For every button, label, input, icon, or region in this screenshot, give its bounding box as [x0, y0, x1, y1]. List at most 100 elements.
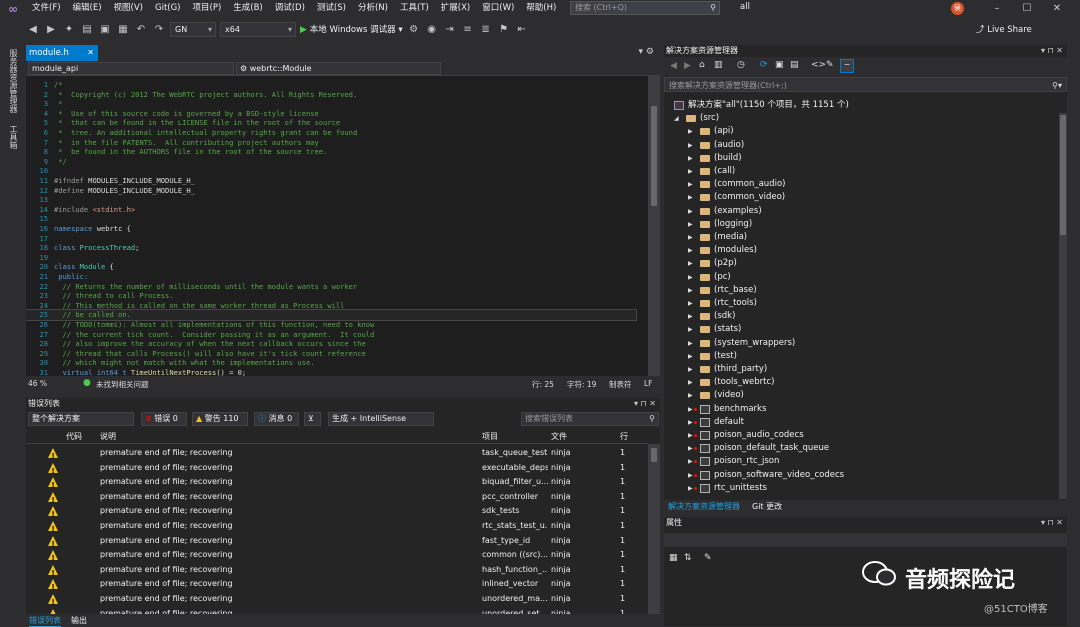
expand-arrow-icon[interactable]: ◢: [674, 112, 679, 125]
comment-icon[interactable]: ≡: [461, 24, 475, 35]
tab-options-icon[interactable]: ▾ ⚙: [639, 47, 654, 57]
run-debugger-button[interactable]: ▶ 本地 Windows 调试器 ▾: [300, 23, 403, 35]
server-explorer-tab[interactable]: 服务器资源管理器: [8, 49, 19, 113]
switch-views-icon[interactable]: ▥: [714, 60, 723, 70]
col-code[interactable]: 代码: [66, 430, 82, 444]
col-description[interactable]: 说明: [100, 430, 116, 444]
tree-item[interactable]: ▶ (modules): [664, 244, 1059, 257]
uncomment-icon[interactable]: ≣: [479, 24, 493, 35]
redo-icon[interactable]: ↷: [152, 24, 166, 35]
code-line[interactable]: 21 public:: [26, 272, 636, 282]
menu-item[interactable]: 编辑(E): [67, 0, 108, 17]
code-line[interactable]: 31 virtual int64_t TimeUntilNextProcess(…: [26, 368, 636, 376]
tree-item[interactable]: ▶ (media): [664, 231, 1059, 244]
tree-item[interactable]: ◢ (src): [664, 112, 1059, 125]
code-line[interactable]: 14 #include <stdint.h>: [26, 205, 636, 215]
code-line[interactable]: 17: [26, 234, 636, 244]
platform-select[interactable]: x64: [220, 21, 296, 37]
code-line[interactable]: 27 // the current tick count. Consider p…: [26, 330, 636, 340]
expand-arrow-icon[interactable]: ▶: [688, 442, 693, 455]
code-line[interactable]: 29 // thread that calls Process() will a…: [26, 349, 636, 359]
expand-arrow-icon[interactable]: ▶: [688, 337, 693, 350]
messages-filter-button[interactable]: ⓘ 消息 0: [254, 412, 299, 426]
menu-item[interactable]: 调试(D): [269, 0, 311, 17]
avatar[interactable]: 侯: [951, 2, 964, 15]
forward-icon[interactable]: ▶: [44, 24, 58, 35]
code-line[interactable]: 20 class Module {: [26, 262, 636, 272]
code-line[interactable]: 22 // Returns the number of milliseconds…: [26, 282, 636, 292]
menu-item[interactable]: 帮助(H): [520, 0, 562, 17]
tree-item[interactable]: ▶ (audio): [664, 139, 1059, 152]
table-row[interactable]: premature end of file; recovering inlined…: [26, 577, 648, 595]
expand-arrow-icon[interactable]: ▶: [688, 376, 693, 389]
menu-item[interactable]: 窗口(W): [476, 0, 520, 17]
warnings-filter-button[interactable]: ▲ 警告 110: [192, 412, 248, 426]
expand-arrow-icon[interactable]: ▶: [688, 429, 693, 442]
tree-item[interactable]: ▶ (third_party): [664, 363, 1059, 376]
tree-item[interactable]: ▶ (stats): [664, 323, 1059, 336]
forward-icon[interactable]: ▶: [684, 61, 691, 71]
solution-scrollbar[interactable]: [1059, 113, 1067, 499]
panel-pin-icon[interactable]: ▾ ⊓ ✕: [1041, 45, 1063, 57]
close-tab-icon[interactable]: ✕: [87, 45, 94, 61]
table-row[interactable]: premature end of file; recovering fast_ty…: [26, 534, 648, 551]
eol-indicator[interactable]: LF: [644, 379, 653, 388]
code-line[interactable]: 19: [26, 253, 636, 263]
expand-arrow-icon[interactable]: ▶: [688, 310, 693, 323]
search-input[interactable]: 搜索 (Ctrl+Q) ⚲: [570, 1, 720, 15]
tree-item[interactable]: ▶ poison_software_video_codecs: [664, 469, 1059, 482]
tree-item[interactable]: ▶ (video): [664, 389, 1059, 402]
code-line[interactable]: 13: [26, 195, 636, 205]
expand-arrow-icon[interactable]: ▶: [688, 363, 693, 376]
property-pages-icon[interactable]: ✎: [704, 553, 712, 563]
expand-arrow-icon[interactable]: ▶: [688, 323, 693, 336]
errors-filter-button[interactable]: ⊗ 错误 0: [141, 412, 187, 426]
show-all-files-icon[interactable]: ▤: [790, 60, 799, 70]
menu-item[interactable]: 分析(N): [352, 0, 394, 17]
code-line[interactable]: 10: [26, 166, 636, 176]
error-search-input[interactable]: 搜索错误列表 ⚲: [521, 412, 659, 426]
expand-arrow-icon[interactable]: ▶: [688, 482, 693, 495]
tree-item[interactable]: ▶ (system_wrappers): [664, 337, 1059, 350]
code-line[interactable]: 18 class ProcessThread;: [26, 243, 636, 253]
tab-git-changes[interactable]: Git 更改: [752, 501, 782, 512]
expand-arrow-icon[interactable]: ▶: [688, 139, 693, 152]
table-row[interactable]: premature end of file; recovering executa…: [26, 461, 648, 478]
expand-arrow-icon[interactable]: ▶: [688, 244, 693, 257]
build-filter-select[interactable]: 生成 + IntelliSense: [328, 412, 434, 426]
tab-module-h[interactable]: module.h ✕: [26, 45, 98, 61]
member-dropdown[interactable]: ⚙ webrtc::Module: [236, 62, 441, 75]
properties-icon[interactable]: ✎: [826, 60, 834, 70]
code-line[interactable]: 3 *: [26, 99, 636, 109]
code-line[interactable]: 24 // This method is called on the same …: [26, 301, 636, 311]
tree-item[interactable]: ▶ (p2p): [664, 257, 1059, 270]
expand-arrow-icon[interactable]: ▶: [688, 165, 693, 178]
menu-item[interactable]: 项目(P): [187, 0, 228, 17]
new-project-icon[interactable]: ✦: [62, 24, 76, 35]
tree-item[interactable]: ▶ (rtc_base): [664, 284, 1059, 297]
sync-icon[interactable]: ⟳: [760, 60, 768, 70]
code-line[interactable]: 16 namespace webrtc {: [26, 224, 636, 234]
preview-icon[interactable]: −: [840, 59, 854, 73]
col-project[interactable]: 项目: [482, 430, 498, 444]
expand-arrow-icon[interactable]: ▶: [688, 455, 693, 468]
tree-item[interactable]: ▶ (build): [664, 152, 1059, 165]
tab-solution-explorer[interactable]: 解决方案资源管理器: [668, 501, 740, 512]
code-line[interactable]: 2 * Copyright (c) 2012 The WebRTC projec…: [26, 90, 636, 100]
tree-item[interactable]: ▶ poison_rtc_json: [664, 455, 1059, 468]
column-indicator[interactable]: 字符: 19: [567, 379, 596, 390]
tabs-indicator[interactable]: 制表符: [609, 379, 632, 390]
collapse-all-icon[interactable]: ▣: [775, 60, 784, 70]
toolbox-tab[interactable]: 工具箱: [8, 125, 19, 149]
tab-output[interactable]: 输出: [71, 615, 87, 626]
code-line[interactable]: 7 * in the file PATENTS. All contributin…: [26, 138, 636, 148]
code-view-icon[interactable]: <>: [811, 60, 826, 70]
scope-filter-select[interactable]: 整个解决方案: [28, 412, 134, 426]
col-line[interactable]: 行: [620, 430, 628, 444]
expand-arrow-icon[interactable]: ▶: [688, 297, 693, 310]
camera-icon[interactable]: ◉: [425, 24, 439, 35]
save-icon[interactable]: ▣: [98, 24, 112, 35]
tree-item[interactable]: 解决方案"all"(1150 个项目，共 1151 个): [664, 99, 1059, 112]
tree-item[interactable]: ▶ (sdk): [664, 310, 1059, 323]
tree-item[interactable]: ▶ (logging): [664, 218, 1059, 231]
